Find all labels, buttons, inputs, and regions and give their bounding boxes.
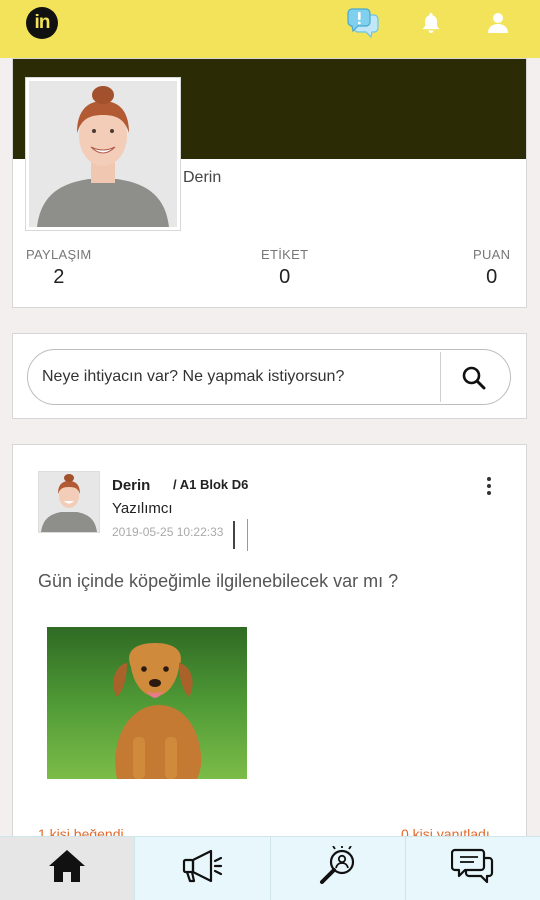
stat-posts-value: 2 bbox=[53, 266, 65, 288]
stat-points-label: PUAN bbox=[473, 247, 511, 262]
search-people-icon bbox=[317, 845, 359, 891]
search-icon[interactable] bbox=[458, 362, 490, 394]
nav-find-people[interactable] bbox=[271, 837, 406, 900]
post-location: / A1 Blok D6 bbox=[173, 477, 249, 492]
post-author-job: Yazılımcı bbox=[112, 500, 173, 517]
stat-tags: ETİKET 0 bbox=[261, 247, 308, 289]
stat-points: PUAN 0 bbox=[473, 247, 510, 289]
post-card: Derin / A1 Blok D6 Yazılımcı 2019-05-25 … bbox=[12, 444, 527, 844]
stat-tags-value: 0 bbox=[279, 266, 291, 288]
app-logo[interactable]: in bbox=[26, 7, 58, 39]
stat-points-value: 0 bbox=[486, 266, 498, 288]
bell-icon[interactable] bbox=[414, 6, 448, 40]
home-icon bbox=[47, 847, 87, 890]
megaphone-icon bbox=[181, 847, 223, 890]
post-author-name[interactable]: Derin bbox=[112, 477, 150, 494]
bottom-navigation bbox=[0, 836, 540, 900]
search-card bbox=[12, 333, 527, 419]
post-author-avatar[interactable] bbox=[38, 471, 100, 533]
stat-tags-label: ETİKET bbox=[261, 247, 309, 262]
post-timestamp: 2019-05-25 10:22:33 bbox=[112, 525, 224, 539]
stat-posts: PAYLAŞIM 2 bbox=[26, 247, 92, 289]
stat-posts-label: PAYLAŞIM bbox=[26, 247, 92, 262]
nav-messages[interactable] bbox=[406, 837, 540, 900]
profile-avatar[interactable] bbox=[25, 77, 181, 231]
messages-icon bbox=[450, 847, 495, 890]
more-options-icon[interactable] bbox=[479, 473, 499, 499]
post-image-dog[interactable] bbox=[47, 627, 247, 779]
text-cursor bbox=[233, 521, 235, 549]
nav-announcements[interactable] bbox=[135, 837, 271, 900]
profile-card: Derin PAYLAŞIM 2 ETİKET 0 PUAN 0 bbox=[12, 58, 527, 308]
search-input[interactable] bbox=[42, 350, 442, 404]
nav-home[interactable] bbox=[0, 837, 136, 900]
post-text: Gün içinde köpeğimle ilgilenebilecek var… bbox=[38, 571, 399, 591]
user-icon[interactable] bbox=[481, 6, 515, 40]
search-box bbox=[27, 349, 511, 405]
profile-name: Derin bbox=[183, 169, 222, 186]
chat-alert-icon[interactable] bbox=[346, 6, 380, 40]
search-divider bbox=[440, 352, 441, 402]
top-bar: in bbox=[0, 0, 540, 58]
divider-line bbox=[247, 519, 248, 551]
